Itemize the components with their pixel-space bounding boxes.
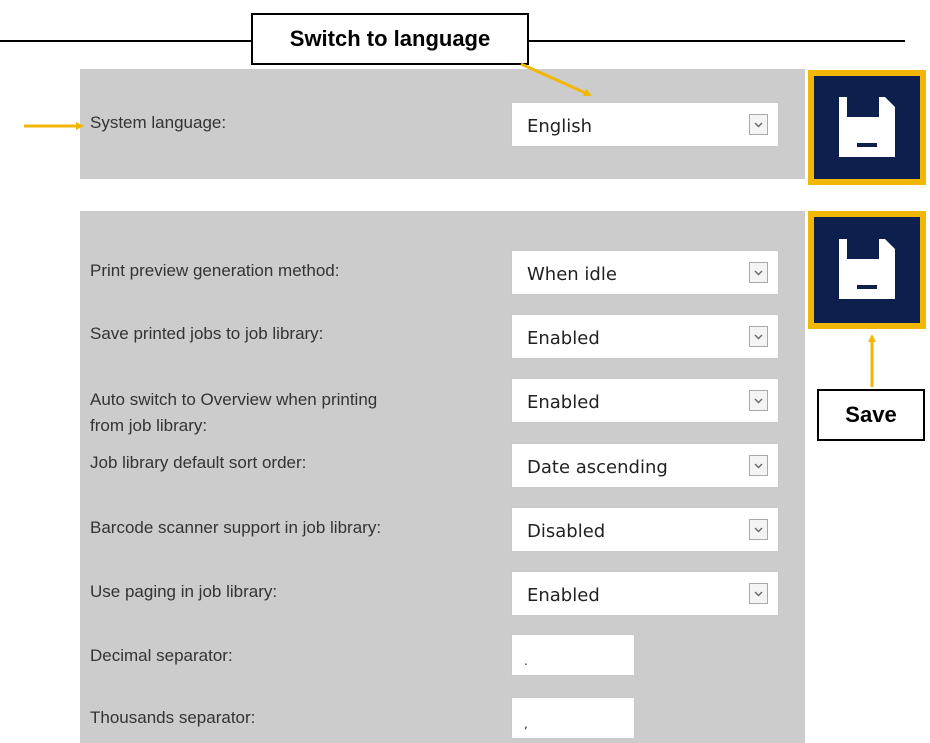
chevron-down-icon [749, 455, 768, 476]
save-language-button[interactable] [808, 70, 926, 185]
save-callout: Save [817, 389, 925, 441]
chevron-down-icon [749, 390, 768, 411]
print-preview-label: Print preview generation method: [90, 261, 340, 280]
system-language-label: System language: [90, 113, 227, 132]
auto-switch-value: Enabled [527, 392, 600, 413]
system-language-select[interactable]: English [511, 102, 779, 147]
paging-value: Enabled [527, 585, 600, 606]
chevron-down-icon [749, 326, 768, 347]
auto-switch-select[interactable]: Enabled [511, 378, 779, 423]
sort-order-value: Date ascending [527, 457, 668, 478]
paging-select[interactable]: Enabled [511, 571, 779, 616]
system-language-value: English [527, 116, 592, 137]
auto-switch-label-line2: from job library: [90, 416, 208, 435]
annotation-line-left [0, 40, 252, 42]
auto-switch-label-line1: Auto switch to Overview when printing [90, 390, 378, 409]
chevron-down-icon [749, 519, 768, 540]
thousands-separator-label: Thousands separator: [90, 708, 256, 727]
print-preview-value: When idle [527, 264, 617, 285]
barcode-support-label: Barcode scanner support in job library: [90, 518, 382, 537]
chevron-down-icon [749, 262, 768, 283]
save-printed-jobs-select[interactable]: Enabled [511, 314, 779, 359]
save-printed-jobs-label: Save printed jobs to job library: [90, 324, 324, 343]
thousands-separator-input[interactable]: , [511, 697, 635, 739]
sort-order-select[interactable]: Date ascending [511, 443, 779, 488]
paging-label: Use paging in job library: [90, 582, 278, 601]
save-settings-button[interactable] [808, 211, 926, 329]
chevron-down-icon [749, 114, 768, 135]
print-preview-select[interactable]: When idle [511, 250, 779, 295]
floppy-disk-icon [839, 96, 895, 157]
sort-order-label: Job library default sort order: [90, 453, 307, 472]
switch-language-callout: Switch to language [251, 13, 529, 65]
floppy-disk-icon [839, 239, 895, 299]
annotation-line-right [528, 40, 905, 42]
decimal-separator-label: Decimal separator: [90, 646, 233, 665]
barcode-support-select[interactable]: Disabled [511, 507, 779, 552]
decimal-separator-input[interactable]: . [511, 634, 635, 676]
barcode-support-value: Disabled [527, 521, 606, 542]
save-printed-jobs-value: Enabled [527, 328, 600, 349]
chevron-down-icon [749, 583, 768, 604]
